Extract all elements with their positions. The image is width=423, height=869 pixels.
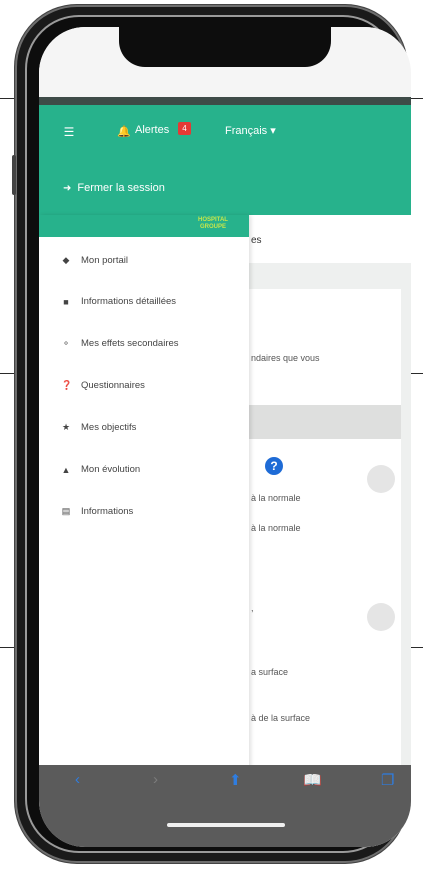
app-header: [39, 105, 411, 215]
home-indicator: [167, 823, 285, 827]
brand-logo: HOSPITAL GROUPE: [198, 217, 228, 230]
forward-icon[interactable]: ›: [153, 771, 158, 788]
volume-button: [12, 155, 16, 195]
menu-item-informations-detaillees[interactable]: ■ Informations détaillées: [61, 296, 176, 307]
logout-label: Fermer la session: [77, 182, 165, 194]
logout-button[interactable]: ➜ Fermer la session: [63, 182, 165, 194]
menu-item-label: Mes effets secondaires: [81, 338, 179, 349]
stethoscope-icon: ⚬: [62, 338, 70, 348]
share-icon[interactable]: ⬆: [229, 771, 242, 789]
menu-item-label: Mon portail: [81, 255, 128, 266]
answer-option-3[interactable]: a surface: [251, 667, 288, 677]
menu-item-label: Mes objectifs: [81, 422, 137, 433]
book-icon[interactable]: 📖: [303, 771, 322, 789]
question-fragment: ,: [251, 603, 254, 613]
menu-item-mon-evolution[interactable]: ▲ Mon évolution: [61, 464, 141, 475]
phone-notch: [119, 27, 331, 67]
logout-icon: ➜: [63, 182, 72, 194]
section-divider: [249, 405, 401, 439]
question-toggle-1[interactable]: [367, 465, 395, 493]
answer-option-4[interactable]: à de la surface: [251, 713, 310, 723]
menu-item-mes-effets-secondaires[interactable]: ⚬ Mes effets secondaires: [61, 338, 179, 349]
content-card: [249, 289, 401, 829]
phone-screen: ☰ 🔔 Alertes 4 Français ▾ ➜ Fermer la ses…: [39, 27, 411, 847]
answer-option-2[interactable]: à la normale: [251, 523, 301, 533]
intro-text-fragment: ndaires que vous: [251, 353, 320, 363]
phone-frame: ☰ 🔔 Alertes 4 Français ▾ ➜ Fermer la ses…: [12, 5, 411, 863]
answer-option-1[interactable]: à la normale: [251, 493, 301, 503]
menu-item-mes-objectifs[interactable]: ★ Mes objectifs: [61, 422, 136, 433]
menu-item-mon-portail[interactable]: ◆ Mon portail: [61, 255, 128, 266]
list-icon: ▤: [61, 506, 71, 516]
browser-toolbar: [39, 765, 411, 847]
bell-icon[interactable]: 🔔: [117, 125, 131, 138]
back-icon[interactable]: ‹: [75, 771, 80, 788]
page-heading-fragment: es: [251, 235, 262, 246]
gem-icon: ◆: [62, 255, 70, 265]
graduation-cap-icon: ■: [63, 296, 69, 307]
menu-item-label: Informations détaillées: [81, 296, 177, 307]
header-dark-strip: [39, 97, 411, 105]
menu-item-label: Informations: [81, 506, 134, 517]
hamburger-icon[interactable]: ☰: [59, 123, 79, 141]
help-icon[interactable]: ?: [265, 457, 283, 475]
menu-item-questionnaires[interactable]: ❓ Questionnaires: [61, 380, 145, 391]
tabs-icon[interactable]: ❐: [381, 771, 394, 789]
page-title-area: [249, 215, 411, 263]
question-toggle-2[interactable]: [367, 603, 395, 631]
menu-item-label: Questionnaires: [81, 380, 145, 391]
menu-item-informations[interactable]: ▤ Informations: [61, 506, 134, 517]
star-icon: ★: [61, 422, 71, 432]
alerts-link[interactable]: Alertes: [135, 124, 169, 136]
question-circle-icon: ❓: [61, 380, 73, 390]
menu-item-label: Mon évolution: [81, 464, 141, 475]
language-dropdown[interactable]: Français ▾: [225, 124, 276, 137]
chart-area-icon: ▲: [61, 464, 71, 475]
alerts-badge: 4: [178, 122, 191, 135]
